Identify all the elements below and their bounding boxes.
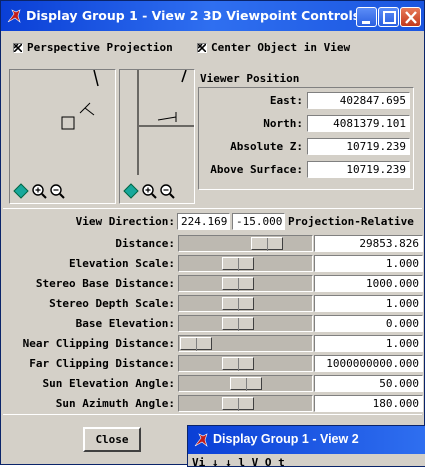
slider-value-field[interactable]: 180.000 [314,395,423,412]
view-azimuth-field[interactable]: 224.169 [177,213,230,230]
viewer-position-group: East: 402847.695 North: 4081379.101 Abso… [198,87,414,190]
minimize-button[interactable] [356,7,377,27]
slider-track[interactable] [178,295,313,312]
close-window-button[interactable] [400,7,421,27]
slider-label: Stereo Base Distance: [35,277,175,290]
zoom-out-icon [50,184,65,199]
plan-view-panel[interactable] [9,69,116,204]
perspective-label: Perspective Projection [27,41,173,54]
east-label: East: [269,94,303,107]
slider-value-field[interactable]: 1000.000 [314,275,423,292]
perspective-checkbox[interactable] [13,43,23,53]
absolute-z-field[interactable]: 10719.239 [307,138,410,155]
slider-thumb[interactable] [222,257,254,271]
pan-diamond-icon [13,183,29,199]
above-surface-label: Above Surface: [210,163,303,176]
slider-thumb[interactable] [222,317,254,331]
slider-thumb[interactable] [222,277,254,291]
slider-value-field[interactable]: 0.000 [314,315,423,332]
center-object-checkbox[interactable] [197,43,207,53]
maximize-icon [383,11,396,24]
view-elevation-field[interactable]: -15.000 [232,213,285,230]
slider-thumb[interactable] [180,337,212,351]
close-icon [405,11,417,24]
zoom-in-icon [32,184,47,199]
title-bar[interactable]: Display Group 1 - View 2 3D Viewpoint Co… [1,1,424,31]
zoom-out-icon [160,184,175,199]
pan-diamond-icon [123,183,139,199]
view-mode-label: Projection-Relative [288,215,414,228]
pan-button[interactable] [13,183,29,199]
checkmark-icon [14,44,22,52]
zoom-in-button[interactable] [31,183,47,199]
slider-track[interactable] [178,255,313,272]
divider [3,414,422,415]
slider-thumb[interactable] [251,237,283,251]
slider-label: Far Clipping Distance: [29,357,175,370]
viewpoint-controls-window: Display Group 1 - View 2 3D Viewpoint Co… [0,0,425,468]
minimize-icon [362,21,370,24]
side-pan-button[interactable] [123,183,139,199]
slider-label: Near Clipping Distance: [22,337,175,350]
second-window-content: Vi ↓ ↓ l V O t [192,456,285,468]
slider-label: Stereo Depth Scale: [49,297,175,310]
east-field[interactable]: 402847.695 [307,92,410,109]
north-field[interactable]: 4081379.101 [307,115,410,132]
second-window[interactable]: Display Group 1 - View 2 Vi ↓ ↓ l V O t [187,425,425,468]
slider-thumb[interactable] [222,397,254,411]
maximize-button[interactable] [378,7,399,27]
slider-track[interactable] [178,315,313,332]
window-title: Display Group 1 - View 2 3D Viewpoint Co… [26,8,361,23]
slider-value-field[interactable]: 1.000 [314,255,423,272]
slider-track[interactable] [178,235,313,252]
close-button[interactable]: Close [83,427,141,452]
slider-label: Distance: [115,237,175,250]
plan-view-graphic [61,70,99,130]
above-surface-field[interactable]: 10719.239 [307,161,410,178]
checkmark-icon [198,44,206,52]
slider-thumb[interactable] [222,297,254,311]
slider-label: Sun Elevation Angle: [42,377,175,390]
divider [3,208,422,209]
side-zoom-out-button[interactable] [159,183,175,199]
zoom-out-button[interactable] [49,183,65,199]
center-object-label: Center Object in View [211,41,351,54]
slider-label: Elevation Scale: [69,257,175,270]
north-label: North: [263,117,303,130]
slider-label: Base Elevation: [75,317,175,330]
slider-track[interactable] [178,335,313,352]
slider-track[interactable] [178,395,313,412]
slider-track[interactable] [178,355,313,372]
slider-value-field[interactable]: 50.000 [314,375,423,392]
slider-track[interactable] [178,375,313,392]
slider-thumb[interactable] [222,357,254,371]
slider-thumb[interactable] [230,377,262,391]
slider-track[interactable] [178,275,313,292]
side-view-panel[interactable] [119,69,195,204]
second-window-title: Display Group 1 - View 2 [213,432,359,446]
slider-value-field[interactable]: 1.000 [314,335,423,352]
slider-value-field[interactable]: 1.000 [314,295,423,312]
side-view-graphic [137,70,194,175]
slider-label: Sun Azimuth Angle: [55,397,175,410]
slider-value-field[interactable]: 29853.826 [314,235,423,252]
side-zoom-in-button[interactable] [141,183,157,199]
zoom-in-icon [142,184,157,199]
viewer-position-heading: Viewer Position [200,72,300,85]
absolute-z-label: Absolute Z: [230,140,303,153]
app-icon [7,9,21,23]
app-icon [194,433,208,447]
slider-value-field[interactable]: 1000000000.000 [314,355,423,372]
second-window-title-bar[interactable]: Display Group 1 - View 2 [188,426,425,454]
view-direction-label: View Direction: [75,215,175,228]
